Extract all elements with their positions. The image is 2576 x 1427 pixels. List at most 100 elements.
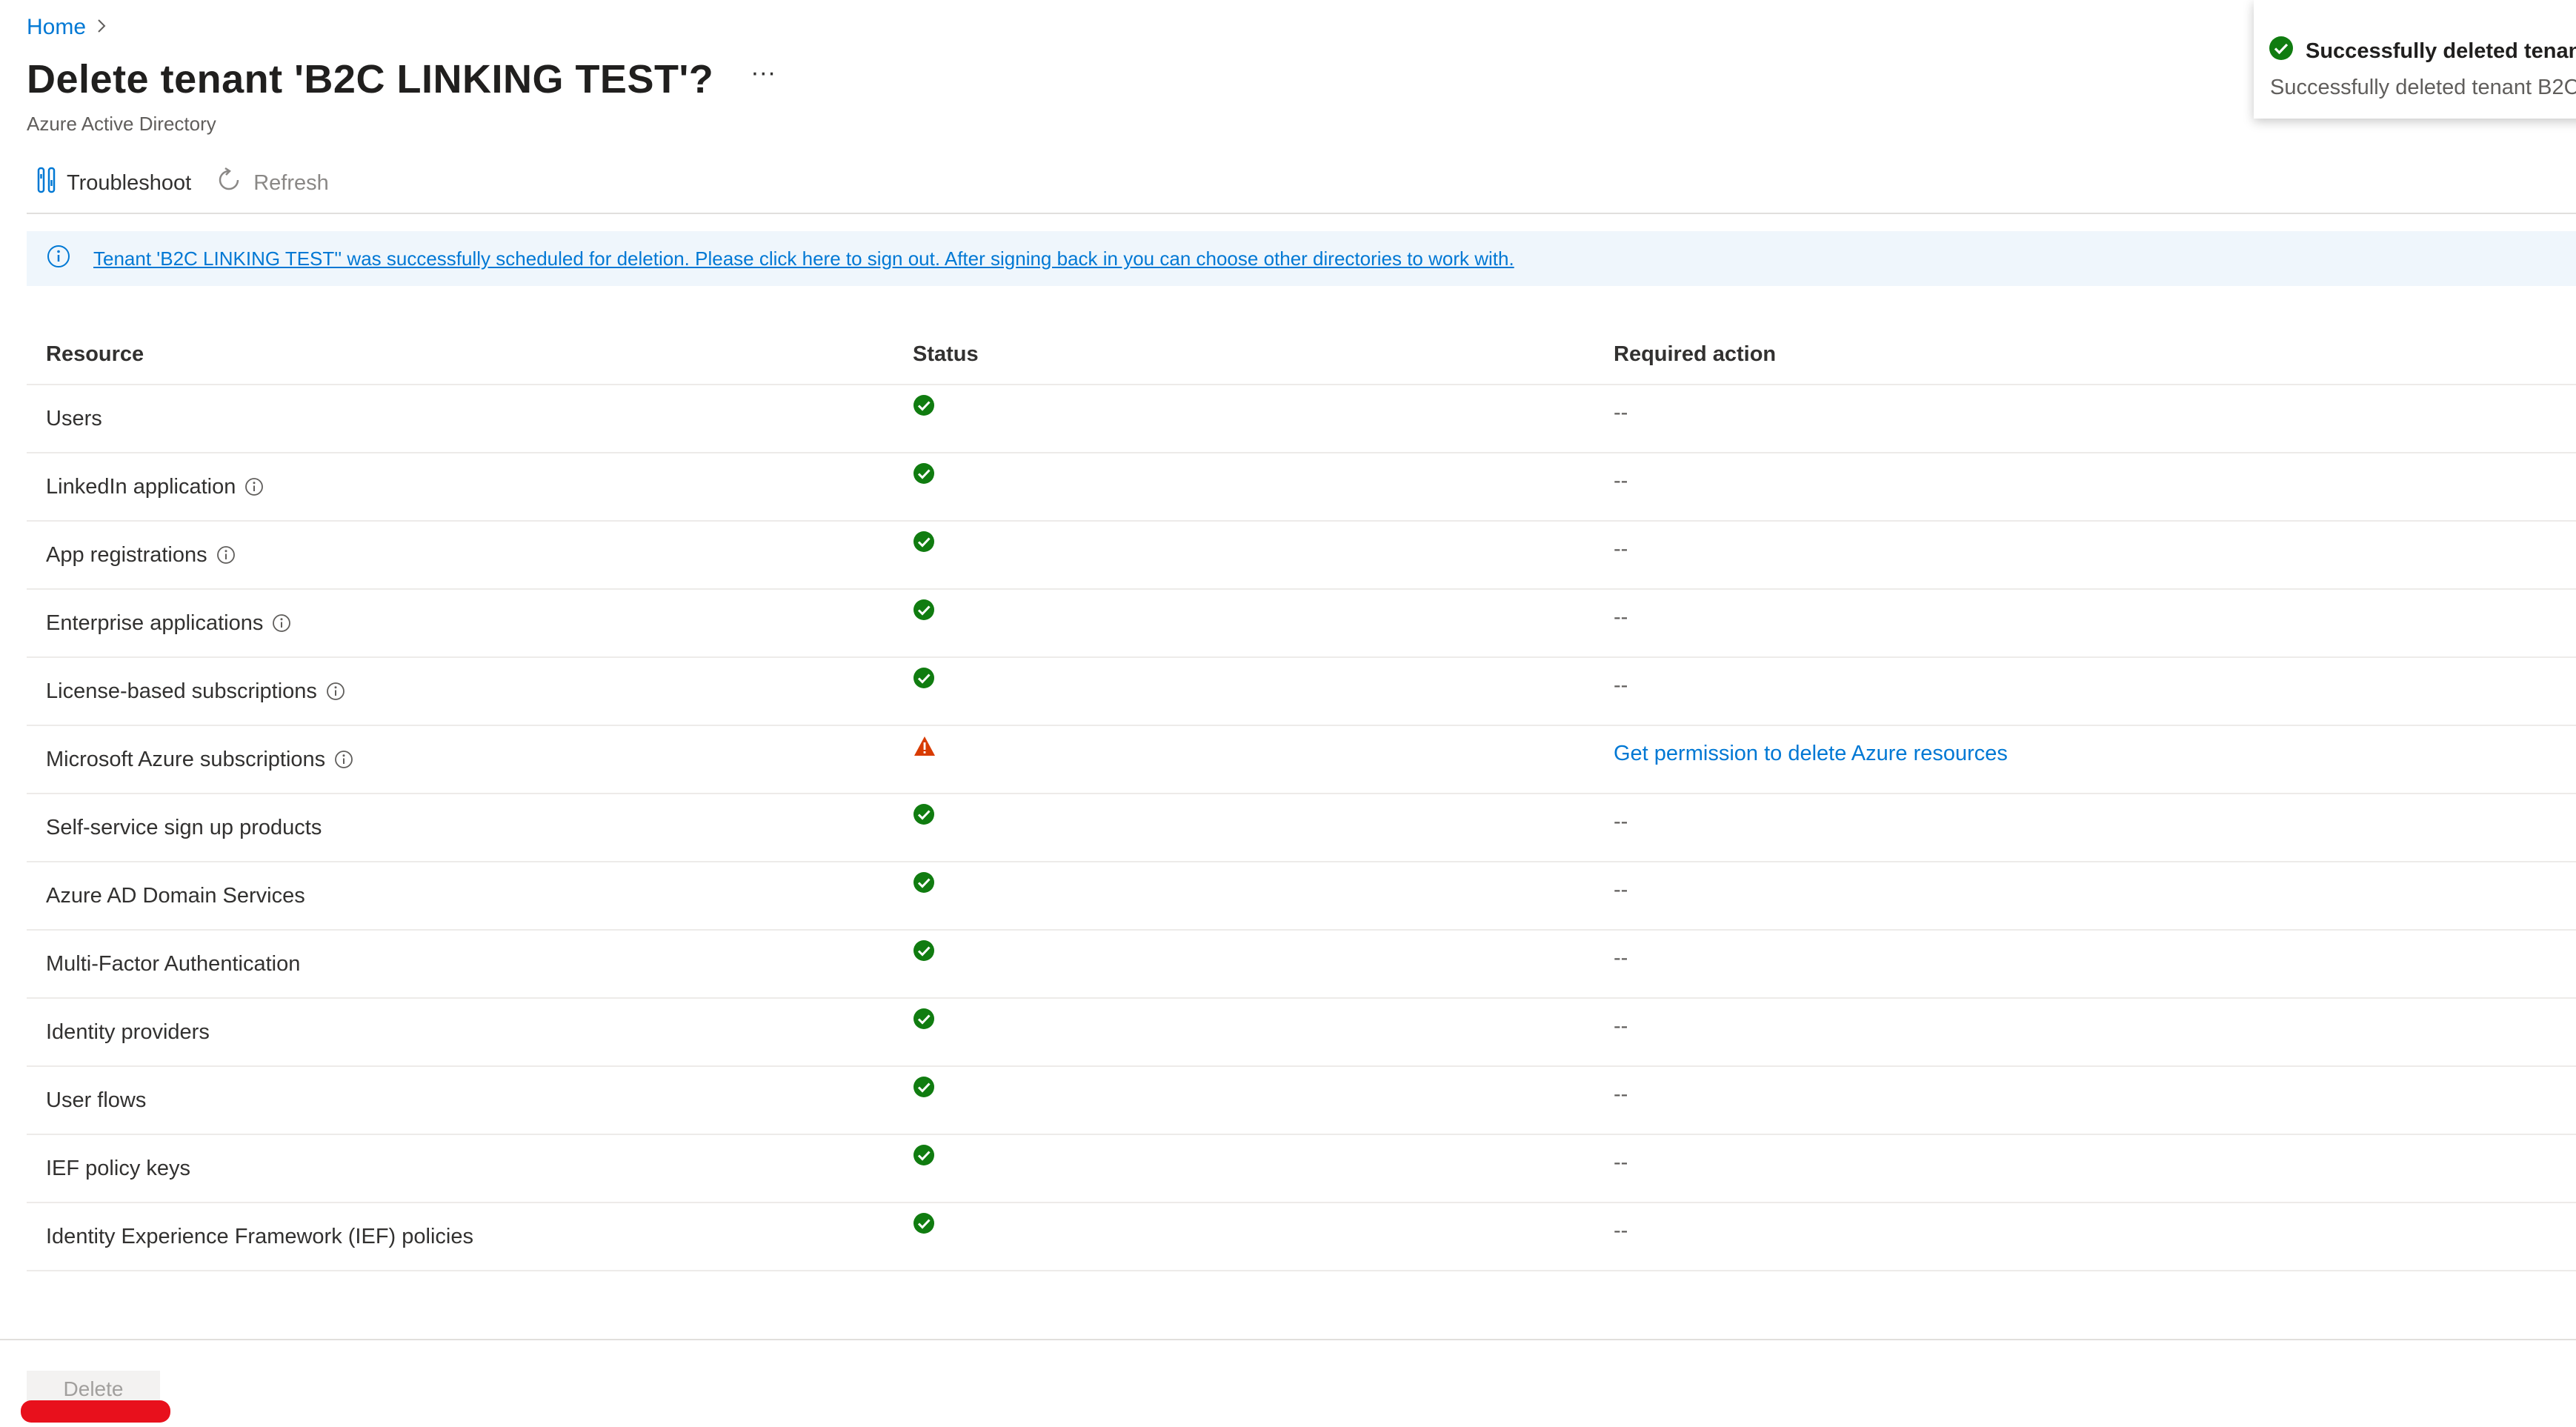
success-check-icon: [913, 1212, 935, 1240]
header-required-action: Required action: [1614, 342, 1777, 366]
troubleshoot-button[interactable]: Troubleshoot: [37, 167, 191, 199]
required-action-cell: --: [1614, 1135, 1628, 1202]
required-action-text: --: [1614, 1014, 1628, 1038]
required-action-cell: --: [1614, 385, 1628, 452]
info-tooltip-icon[interactable]: [244, 477, 264, 496]
red-annotation-mark: [21, 1400, 170, 1423]
required-action-text: --: [1614, 877, 1628, 902]
required-action-cell: --: [1614, 1203, 1628, 1270]
success-check-icon: [913, 871, 935, 899]
table-row: Identity Experience Framework (IEF) poli…: [27, 1203, 2576, 1271]
troubleshoot-icon: [37, 167, 56, 199]
header-resource: Resource: [46, 342, 144, 366]
toast-title: Successfully deleted tenant: [2306, 39, 2576, 63]
table-row: Self-service sign up products --: [27, 794, 2576, 862]
table-row: Azure AD Domain Services --: [27, 862, 2576, 931]
status-cell: [913, 385, 935, 452]
required-action-text: --: [1614, 400, 1628, 425]
required-action-text: --: [1614, 1218, 1628, 1243]
resource-name: LinkedIn application: [46, 474, 236, 499]
info-tooltip-icon[interactable]: [272, 613, 291, 633]
required-action-text: --: [1614, 1150, 1628, 1174]
toast-body: Successfully deleted tenant B2C: [2270, 76, 2576, 99]
more-options-button[interactable]: ···: [750, 59, 776, 87]
resource-cell: Azure AD Domain Services: [46, 862, 305, 929]
required-action-text: --: [1614, 468, 1628, 493]
success-check-icon: [913, 1076, 935, 1104]
resource-name: Multi-Factor Authentication: [46, 951, 301, 976]
table-row: Enterprise applications --: [27, 590, 2576, 658]
resource-name: Users: [46, 406, 102, 430]
table-row: IEF policy keys --: [27, 1135, 2576, 1203]
success-check-icon: [2269, 36, 2294, 67]
info-tooltip-icon[interactable]: [216, 545, 236, 565]
refresh-label: Refresh: [253, 170, 329, 195]
command-bar: Troubleshoot Refresh: [37, 166, 329, 200]
resource-cell: Self-service sign up products: [46, 794, 322, 861]
success-check-icon: [913, 599, 935, 627]
required-action-cell: --: [1614, 794, 1628, 861]
status-cell: [913, 862, 935, 929]
required-action-text: --: [1614, 673, 1628, 697]
resource-name: Enterprise applications: [46, 611, 264, 635]
success-check-icon: [913, 667, 935, 695]
required-action-text: --: [1614, 536, 1628, 561]
resource-name: IEF policy keys: [46, 1156, 190, 1180]
toast-title-row: Successfully deleted tenant: [2269, 36, 2576, 67]
refresh-icon: [215, 166, 243, 200]
header-status: Status: [913, 342, 979, 366]
resource-cell: Users: [46, 385, 102, 452]
success-check-icon: [913, 462, 935, 490]
required-action-cell: --: [1614, 931, 1628, 997]
table-row: Microsoft Azure subscriptions Get permiss…: [27, 726, 2576, 794]
required-action-cell: --: [1614, 522, 1628, 588]
title-row: Delete tenant 'B2C LINKING TEST'? ···: [27, 56, 776, 102]
table-row: License-based subscriptions --: [27, 658, 2576, 726]
table-row: LinkedIn application --: [27, 453, 2576, 522]
resource-name: Identity Experience Framework (IEF) poli…: [46, 1224, 473, 1248]
success-check-icon: [913, 394, 935, 422]
success-check-icon: [913, 1144, 935, 1172]
resource-cell: Identity providers: [46, 999, 210, 1065]
status-cell: [913, 453, 935, 520]
required-action-text: --: [1614, 809, 1628, 834]
breadcrumb: Home: [27, 15, 107, 40]
table-row: Multi-Factor Authentication --: [27, 931, 2576, 999]
info-message-bar: Tenant 'B2C LINKING TEST'' was successfu…: [27, 231, 2576, 286]
table-row: Identity providers --: [27, 999, 2576, 1067]
resource-cell: App registrations: [46, 522, 236, 588]
success-check-icon: [913, 1008, 935, 1036]
refresh-button[interactable]: Refresh: [215, 166, 329, 200]
status-cell: [913, 726, 936, 793]
info-tooltip-icon[interactable]: [326, 682, 345, 701]
required-action-cell: --: [1614, 590, 1628, 656]
resource-name: License-based subscriptions: [46, 679, 317, 703]
resource-cell: Multi-Factor Authentication: [46, 931, 300, 997]
status-cell: [913, 1067, 935, 1134]
sign-out-link[interactable]: Tenant 'B2C LINKING TEST'' was successfu…: [93, 247, 1514, 270]
resource-cell: Microsoft Azure subscriptions: [46, 726, 353, 793]
resource-cell: IEF policy keys: [46, 1135, 190, 1202]
required-action-cell: --: [1614, 999, 1628, 1065]
required-action-text: --: [1614, 945, 1628, 970]
info-icon: [46, 244, 71, 274]
required-action-cell: --: [1614, 862, 1628, 929]
notification-toast[interactable]: Successfully deleted tenant Successfully…: [2254, 0, 2576, 119]
resource-name: App registrations: [46, 542, 207, 567]
info-tooltip-icon[interactable]: [334, 750, 353, 769]
success-check-icon: [913, 939, 935, 968]
table-row: App registrations --: [27, 522, 2576, 590]
resource-name: Microsoft Azure subscriptions: [46, 747, 326, 771]
resource-cell: License-based subscriptions: [46, 658, 345, 725]
required-action-cell: --: [1614, 658, 1628, 725]
required-action-text: --: [1614, 1082, 1628, 1106]
required-action-cell: --: [1614, 453, 1628, 520]
chevron-right-icon: [96, 15, 107, 40]
status-cell: [913, 794, 935, 861]
required-action-text: --: [1614, 605, 1628, 629]
required-action-link[interactable]: Get permission to delete Azure resources: [1614, 742, 2008, 766]
resource-name: Azure AD Domain Services: [46, 883, 305, 908]
status-cell: [913, 931, 935, 997]
warning-icon: [913, 735, 936, 763]
breadcrumb-home-link[interactable]: Home: [27, 15, 86, 40]
